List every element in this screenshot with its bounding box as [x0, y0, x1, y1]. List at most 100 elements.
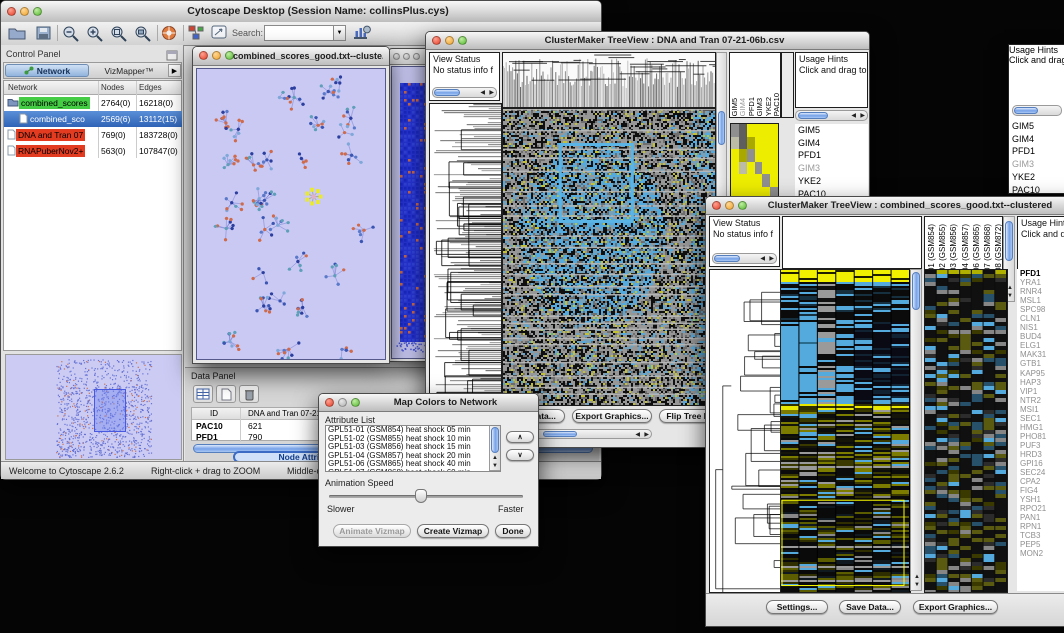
usage-hscrollbar[interactable]	[1012, 105, 1062, 116]
zoom-in-icon[interactable]	[86, 25, 106, 47]
scrollbar-thumb[interactable]	[1014, 107, 1038, 114]
scroll-left-icon[interactable]	[851, 113, 856, 119]
column-labels[interactable]: GIM5GIM4PFD1GIM3YKE2PAC10	[731, 93, 781, 116]
delete-attribute-icon[interactable]	[239, 385, 259, 403]
minimize-icon[interactable]	[725, 201, 734, 210]
view-status-hscrollbar[interactable]	[712, 253, 777, 264]
scrollbar-thumb[interactable]	[434, 89, 460, 96]
zoom-selected-icon[interactable]	[110, 25, 130, 47]
scroll-right-icon[interactable]	[860, 113, 865, 119]
speed-slider-thumb[interactable]	[415, 489, 427, 503]
zoom-heatmap-canvas[interactable]	[924, 269, 1008, 593]
close-icon[interactable]	[325, 398, 334, 407]
scrollbar-thumb[interactable]	[543, 431, 577, 437]
scroll-left-icon[interactable]	[760, 256, 765, 262]
open-file-icon[interactable]	[7, 24, 27, 42]
save-icon[interactable]	[33, 24, 53, 42]
close-icon[interactable]	[432, 36, 441, 45]
scroll-down-icon[interactable]	[914, 582, 920, 588]
attribute-table-icon[interactable]	[193, 385, 213, 403]
scrollbar-thumb[interactable]	[912, 272, 920, 310]
scroll-left-icon[interactable]	[635, 432, 640, 438]
attribute-listbox[interactable]: GPL51-01 (GSM854) heat shock 05 minGPL51…	[325, 425, 501, 472]
search-dropdown-button[interactable]: ▼	[333, 25, 346, 41]
scroll-left-icon[interactable]	[480, 90, 485, 96]
done-button[interactable]: Done	[495, 524, 531, 538]
row-dendrogram-canvas[interactable]	[709, 269, 782, 593]
export-graphics-button[interactable]: Export Graphics...	[572, 409, 652, 423]
zoom-window-icon[interactable]	[413, 53, 420, 60]
close-icon[interactable]	[199, 51, 208, 60]
treeview1-title-bar[interactable]: ClusterMaker TreeView : DNA and Tran 07-…	[426, 32, 869, 50]
heatmap-canvas[interactable]	[502, 108, 716, 406]
heatmap-vscrollbar[interactable]	[910, 269, 922, 591]
tab-network[interactable]: Network	[5, 64, 89, 77]
close-icon[interactable]	[712, 201, 721, 210]
main-title-bar[interactable]: Cytoscape Desktop (Session Name: collins…	[1, 1, 601, 23]
network-row[interactable]: DNA and Tran 07 769(0) 183728(0)	[4, 127, 182, 143]
tab-overflow-button[interactable]: ▶	[168, 64, 181, 77]
gene-labels[interactable]: PFD1YRA1RNR4MSL1SPC98CLN1NIS1BUD4ELG1MAK…	[1017, 269, 1064, 591]
tab-vizmapper[interactable]: VizMapper™	[92, 64, 166, 77]
search-input[interactable]	[264, 25, 334, 41]
network1-canvas[interactable]	[196, 68, 386, 360]
table-cell-value[interactable]: 621	[248, 421, 262, 431]
id-header[interactable]: ID	[210, 409, 218, 418]
view-status-hscrollbar[interactable]	[432, 87, 497, 98]
similarity-matrix[interactable]	[730, 123, 779, 200]
row-dendrogram-canvas[interactable]	[429, 103, 502, 406]
col-header-edges[interactable]: Edges	[139, 83, 162, 92]
scroll-up-icon[interactable]	[914, 574, 920, 580]
column-dendrogram-canvas[interactable]	[502, 52, 716, 108]
annotation-icon[interactable]	[211, 25, 228, 45]
minimize-icon[interactable]	[403, 53, 410, 60]
network1-title-bar[interactable]: combined_scores_good.txt--cluste...	[193, 47, 389, 66]
scroll-right-icon[interactable]	[489, 90, 494, 96]
col-header-nodes[interactable]: Nodes	[101, 83, 124, 92]
network-row[interactable]: RNAPuberNov2+ 563(0) 107847(0)	[4, 143, 182, 159]
minimize-icon[interactable]	[212, 51, 221, 60]
scroll-right-icon[interactable]	[644, 432, 649, 438]
network-row-selected[interactable]: combined_sco 2569(6) 13112(15)	[4, 111, 182, 127]
close-icon[interactable]	[393, 53, 400, 60]
network-row[interactable]: combined_scores 2764(0) 16218(0)	[4, 95, 182, 111]
birdseye-view[interactable]	[5, 354, 182, 460]
labels-scrollbar-track[interactable]	[781, 52, 794, 118]
animate-vizmap-button[interactable]: Animate Vizmap	[333, 524, 411, 538]
col-header-network[interactable]: Network	[8, 83, 37, 92]
zoom-out-icon[interactable]	[62, 25, 82, 47]
save-data-button[interactable]: Save Data...	[839, 600, 901, 614]
settings-button[interactable]: Settings...	[766, 600, 828, 614]
help-lifering-icon[interactable]	[161, 25, 179, 47]
heatmap-canvas[interactable]	[780, 269, 911, 593]
vizmapper-icon[interactable]	[188, 25, 205, 45]
scrollbar-thumb[interactable]	[718, 111, 725, 145]
scroll-down-icon[interactable]	[492, 463, 498, 469]
birdseye-viewport[interactable]	[94, 389, 126, 432]
scroll-right-icon[interactable]	[769, 256, 774, 262]
scrollbar-thumb[interactable]	[798, 112, 828, 119]
row-labels[interactable]: GIM5GIM4PFD1GIM3YKE2PAC10	[1009, 120, 1064, 194]
table-cell-id[interactable]: PFD1	[196, 432, 218, 442]
zoom-fit-icon[interactable]	[134, 25, 154, 47]
scrollbar-thumb[interactable]	[1005, 221, 1013, 261]
minimize-icon[interactable]	[338, 398, 347, 407]
move-down-button[interactable]: ∨	[506, 449, 534, 461]
dialog-title-bar[interactable]: Map Colors to Network	[319, 394, 538, 412]
treeview2-title-bar[interactable]: ClusterMaker TreeView : combined_scores_…	[706, 197, 1064, 215]
attribute-list-items[interactable]: GPL51-01 (GSM854) heat shock 05 minGPL51…	[326, 426, 500, 472]
usage-hscrollbar[interactable]	[795, 110, 868, 121]
table-cell-value[interactable]: 790	[248, 432, 262, 442]
new-attribute-icon[interactable]	[216, 385, 236, 403]
minimize-icon[interactable]	[445, 36, 454, 45]
scroll-up-icon[interactable]	[492, 455, 498, 461]
table-cell-id[interactable]: PAC10	[196, 421, 223, 431]
scrollbar-thumb[interactable]	[714, 255, 740, 262]
move-up-button[interactable]: ∧	[506, 431, 534, 443]
scrollbar-thumb[interactable]	[491, 427, 499, 453]
minimize-icon[interactable]	[20, 7, 29, 16]
plot-settings-icon[interactable]	[353, 25, 372, 46]
list-vscrollbar[interactable]	[489, 426, 500, 471]
export-graphics-button[interactable]: Export Graphics...	[913, 600, 998, 614]
close-icon[interactable]	[7, 7, 16, 16]
